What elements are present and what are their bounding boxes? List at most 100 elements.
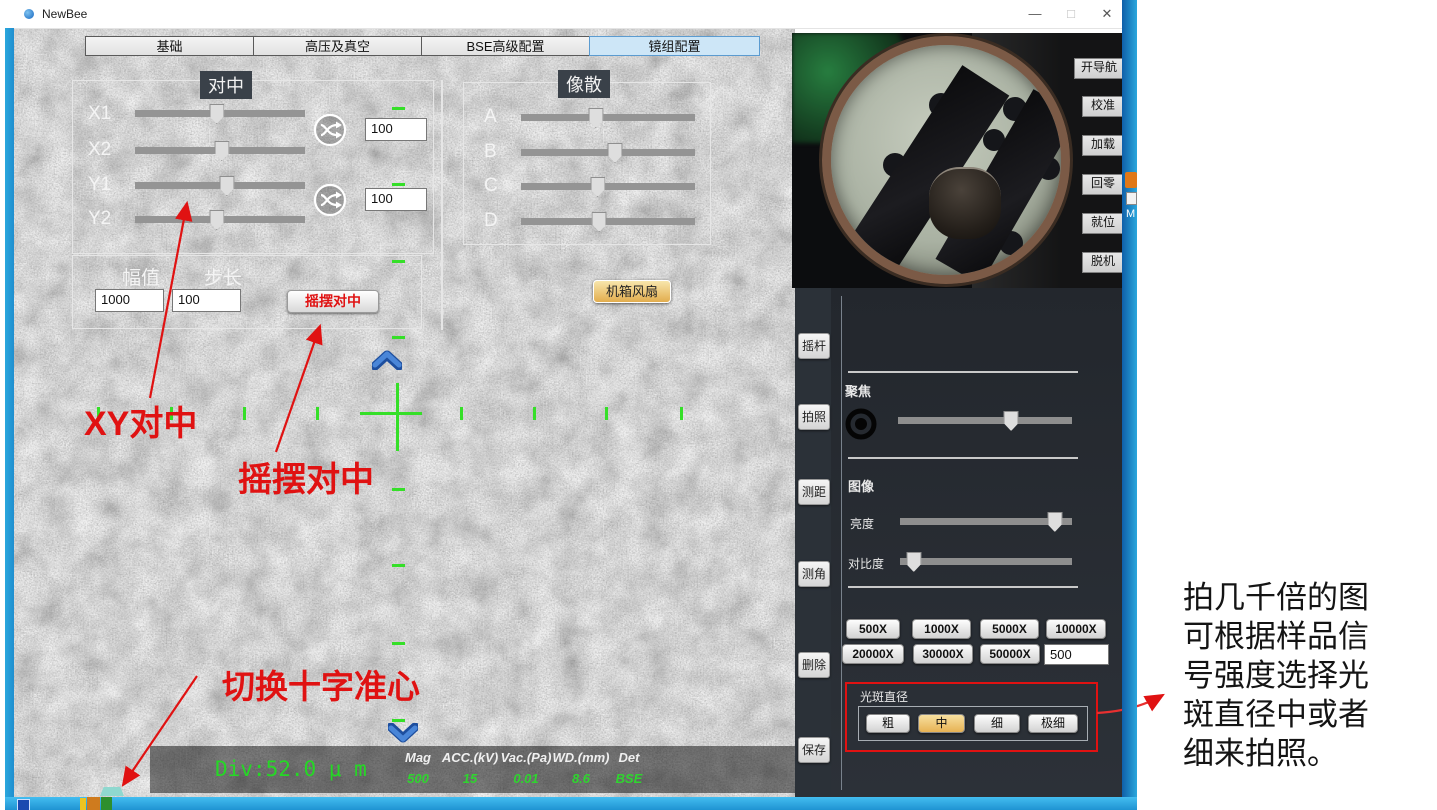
scale-dash xyxy=(392,564,405,567)
panel-border xyxy=(841,296,842,790)
spot-button-fine[interactable]: 细 xyxy=(974,714,1020,733)
tab-lens-config[interactable]: 镜组配置 xyxy=(589,36,760,56)
tool-button-photo[interactable]: 拍照 xyxy=(798,404,830,430)
chassis-fan-button[interactable]: 机箱风扇 xyxy=(593,280,671,303)
slider-d[interactable] xyxy=(521,218,695,225)
desktop-icon-orange[interactable] xyxy=(1125,172,1137,188)
centering-x-value-input[interactable]: 100 xyxy=(365,118,427,141)
slider-label-x2: X2 xyxy=(88,139,111,161)
tool-strip xyxy=(795,288,831,797)
mag-button-1000x[interactable]: 1000X xyxy=(912,619,971,639)
taskbar-app-icon-blue[interactable] xyxy=(17,799,30,810)
scale-dash xyxy=(392,107,405,110)
mag-button-5000x[interactable]: 5000X xyxy=(980,619,1039,639)
spot-button-coarse[interactable]: 粗 xyxy=(866,714,910,733)
crosshair-toggle-icon[interactable] xyxy=(100,787,124,796)
divider xyxy=(848,586,1078,588)
scale-tick xyxy=(460,407,463,420)
sample-stub xyxy=(929,167,1001,239)
taskbar[interactable] xyxy=(5,797,1137,810)
chevron-down-icon[interactable] xyxy=(388,723,418,743)
status-col-mag: Mag500 xyxy=(392,750,444,786)
close-button[interactable]: ✕ xyxy=(1094,4,1120,24)
tab-hv-vacuum[interactable]: 高压及真空 xyxy=(253,36,422,56)
scale-tick xyxy=(533,407,536,420)
focus-slider[interactable] xyxy=(898,417,1072,424)
mag-button-20000x[interactable]: 20000X xyxy=(842,644,904,664)
slider-y2[interactable] xyxy=(135,216,305,223)
tab-basic[interactable]: 基础 xyxy=(85,36,254,56)
spot-button-extra-fine[interactable]: 极细 xyxy=(1028,714,1078,733)
swap-arrows-icon[interactable] xyxy=(312,112,348,148)
desktop-icon-label: M xyxy=(1126,208,1135,220)
slider-a[interactable] xyxy=(521,114,695,121)
crosshair-marker xyxy=(396,383,399,451)
nav-button-offline[interactable]: 脱机 xyxy=(1082,252,1124,273)
slider-label-y2: Y2 xyxy=(88,208,111,230)
scale-dash xyxy=(392,260,405,263)
divider xyxy=(848,457,1078,459)
focus-label: 聚焦 xyxy=(845,381,871,400)
taskbar-app-icon-orange[interactable] xyxy=(87,797,100,810)
centering-group-title: 对中 xyxy=(200,71,252,99)
mag-value-input[interactable]: 500 xyxy=(1044,644,1109,665)
scale-tick xyxy=(605,407,608,420)
step-input[interactable]: 100 xyxy=(172,289,241,312)
status-col-vac: Vac.(Pa)0.01 xyxy=(496,750,556,786)
scale-dash xyxy=(392,488,405,491)
chamber-camera-view xyxy=(792,33,1122,288)
tool-button-save[interactable]: 保存 xyxy=(798,737,830,763)
nav-button-navigation[interactable]: 开导航 xyxy=(1074,58,1124,79)
brightness-slider[interactable] xyxy=(900,518,1072,525)
scale-tick xyxy=(316,407,319,420)
maximize-button[interactable]: □ xyxy=(1058,4,1084,24)
astigmatism-group-title: 像散 xyxy=(558,70,610,98)
status-col-wd: WD.(mm)8.6 xyxy=(550,750,612,786)
chevron-up-icon[interactable] xyxy=(372,350,402,370)
amplitude-input[interactable]: 1000 xyxy=(95,289,164,312)
taskbar-app-icon-green[interactable] xyxy=(101,797,112,810)
tool-button-delete[interactable]: 删除 xyxy=(798,652,830,678)
slider-label-d: D xyxy=(484,210,498,232)
nav-button-calibrate[interactable]: 校准 xyxy=(1082,96,1124,117)
nav-button-zero[interactable]: 回零 xyxy=(1082,174,1124,195)
step-label: 步长 xyxy=(204,263,242,290)
mag-button-30000x[interactable]: 30000X xyxy=(913,644,973,664)
scale-dash xyxy=(392,719,405,722)
desktop-icon-document[interactable] xyxy=(1126,192,1137,205)
minimize-button[interactable]: — xyxy=(1022,4,1048,24)
taskbar-app-icon-yellow[interactable] xyxy=(80,798,86,810)
nav-button-load[interactable]: 加载 xyxy=(1082,135,1124,156)
centering-y-value-input[interactable]: 100 xyxy=(365,188,427,211)
wobble-centering-button[interactable]: 摇摆对中 xyxy=(287,290,379,313)
spot-diameter-label: 光斑直径 xyxy=(860,688,908,705)
slider-x1[interactable] xyxy=(135,110,305,117)
title-bar[interactable] xyxy=(5,0,1122,29)
focus-target-icon[interactable] xyxy=(845,408,877,440)
crosshair-marker xyxy=(360,412,422,415)
slider-y1[interactable] xyxy=(135,182,305,189)
tool-button-measure-distance[interactable]: 测距 xyxy=(798,479,830,505)
slider-label-a: A xyxy=(484,106,497,128)
note-line: 斑直径中或者 xyxy=(1183,695,1423,734)
mag-button-10000x[interactable]: 10000X xyxy=(1046,619,1106,639)
tool-button-measure-angle[interactable]: 测角 xyxy=(798,561,830,587)
status-col-acc: ACC.(kV)15 xyxy=(438,750,502,786)
slider-b[interactable] xyxy=(521,149,695,156)
slider-c[interactable] xyxy=(521,183,695,190)
spot-button-medium[interactable]: 中 xyxy=(918,714,965,733)
mag-button-50000x[interactable]: 50000X xyxy=(980,644,1040,664)
amplitude-label: 幅值 xyxy=(122,263,160,290)
brightness-label: 亮度 xyxy=(850,515,874,532)
scale-dash xyxy=(392,642,405,645)
tool-button-joystick[interactable]: 摇杆 xyxy=(798,333,830,359)
mag-button-500x[interactable]: 500X xyxy=(846,619,900,639)
contrast-slider[interactable] xyxy=(900,558,1072,565)
nav-button-in-position[interactable]: 就位 xyxy=(1082,213,1124,234)
tab-bse-advanced[interactable]: BSE高级配置 xyxy=(421,36,590,56)
swap-arrows-icon[interactable] xyxy=(312,182,348,218)
slider-x2[interactable] xyxy=(135,147,305,154)
centering-group xyxy=(72,80,434,254)
contrast-label: 对比度 xyxy=(848,555,884,572)
divider xyxy=(848,371,1078,373)
